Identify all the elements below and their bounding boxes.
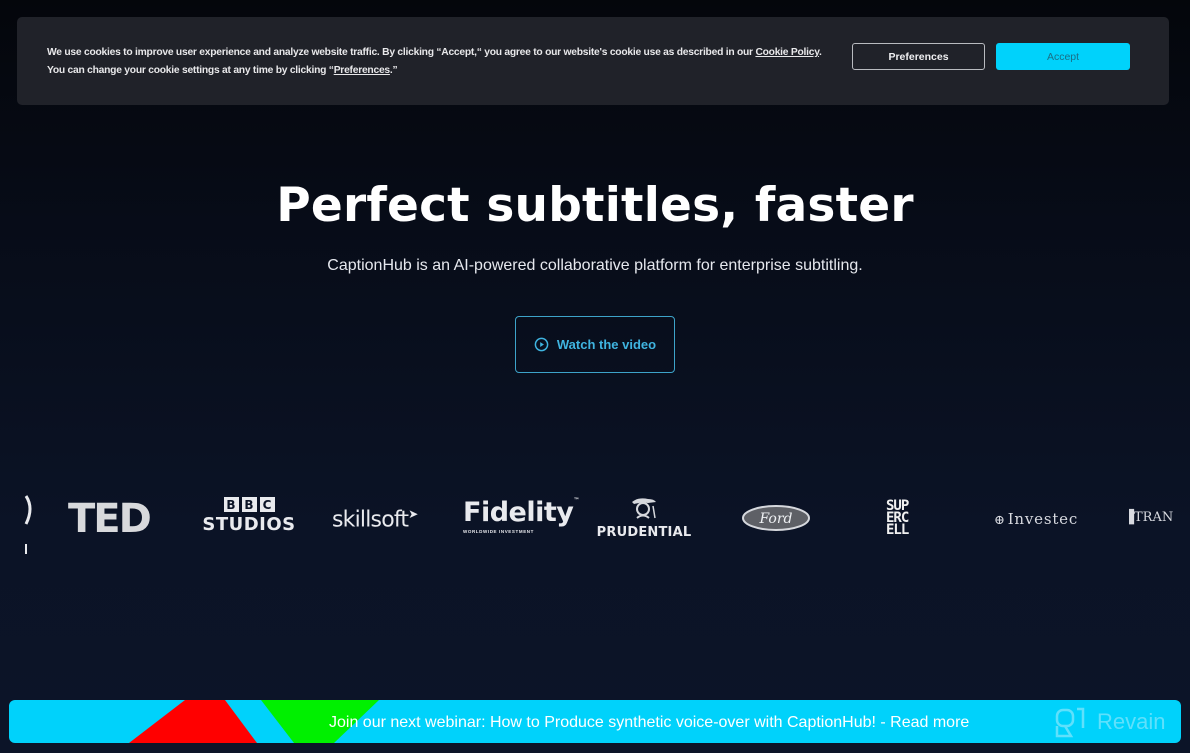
tran-text: TRAN xyxy=(1134,510,1174,525)
prudential-head-icon xyxy=(632,498,656,519)
ford-text: Ford xyxy=(758,511,792,527)
supercell-logo: SUP ERC ELL xyxy=(886,499,909,538)
webinar-message: Join our next webinar: How to Produce sy… xyxy=(329,714,969,732)
investec-text: Investec xyxy=(1007,510,1079,528)
client-logos: TED B B C STUDIOS skillsoft➤ Fidelity™ W… xyxy=(0,490,1190,560)
cookie-banner: We use cookies to improve user experienc… xyxy=(17,17,1169,105)
prudential-text: PRUDENTIAL xyxy=(596,525,692,540)
investec-zebra-icon: ⊕ xyxy=(994,513,1006,528)
bbc-studios-logo: B B C STUDIOS xyxy=(200,497,298,535)
ted-logo: TED xyxy=(68,496,152,542)
supercell-line: ELL xyxy=(886,522,909,538)
hero-title: Perfect subtitles, faster xyxy=(276,178,914,233)
fidelity-tm: ™ xyxy=(573,497,579,504)
watch-video-button[interactable]: Watch the video xyxy=(515,316,675,373)
partial-logo xyxy=(24,495,32,554)
investec-logo: ⊕ Investec xyxy=(994,510,1078,528)
skillsoft-text: skillsoft xyxy=(332,507,409,533)
preferences-link[interactable]: Preferences xyxy=(334,65,390,76)
tran-logo: ▐TRAN xyxy=(1124,510,1173,525)
ford-logo: Ford xyxy=(742,505,810,531)
revain-watermark: Revain xyxy=(1055,706,1165,738)
bbc-letter: B xyxy=(223,497,239,512)
skillsoft-arrow-icon: ➤ xyxy=(408,507,418,521)
revain-label: Revain xyxy=(1097,709,1166,734)
skillsoft-logo: skillsoft➤ xyxy=(332,507,418,532)
tran-tower-icon: ▐ xyxy=(1124,510,1134,525)
accept-button[interactable]: Accept xyxy=(996,43,1130,70)
bbc-letter: B xyxy=(241,497,257,512)
hero-subtitle: CaptionHub is an AI-powered collaborativ… xyxy=(327,257,863,274)
bbc-letter: C xyxy=(259,497,275,512)
fidelity-text: Fidelity xyxy=(463,497,574,528)
fidelity-logo: Fidelity™ WORLDWIDE INVESTMENT xyxy=(463,497,579,534)
watch-video-label: Watch the video xyxy=(556,337,657,352)
revain-logo-icon xyxy=(1055,707,1085,738)
webinar-banner: Join our next webinar: How to Produce sy… xyxy=(9,700,1181,743)
prudential-logo: PRUDENTIAL xyxy=(596,496,692,540)
read-more-link[interactable]: Read more xyxy=(890,714,969,731)
webinar-text: Join our next webinar: How to Produce sy… xyxy=(329,714,891,731)
cookie-message: We use cookies to improve user experienc… xyxy=(47,44,837,80)
preferences-button[interactable]: Preferences xyxy=(852,43,985,70)
fidelity-subtext: WORLDWIDE INVESTMENT xyxy=(463,529,534,534)
red-shape xyxy=(129,700,257,743)
cookie-text-part: We use cookies to improve user experienc… xyxy=(47,47,756,58)
cookie-policy-link[interactable]: Cookie Policy xyxy=(755,47,819,58)
play-circle-icon xyxy=(534,337,549,352)
bbc-studios-text: STUDIOS xyxy=(202,514,296,535)
cookie-text-part: .” xyxy=(389,65,398,76)
